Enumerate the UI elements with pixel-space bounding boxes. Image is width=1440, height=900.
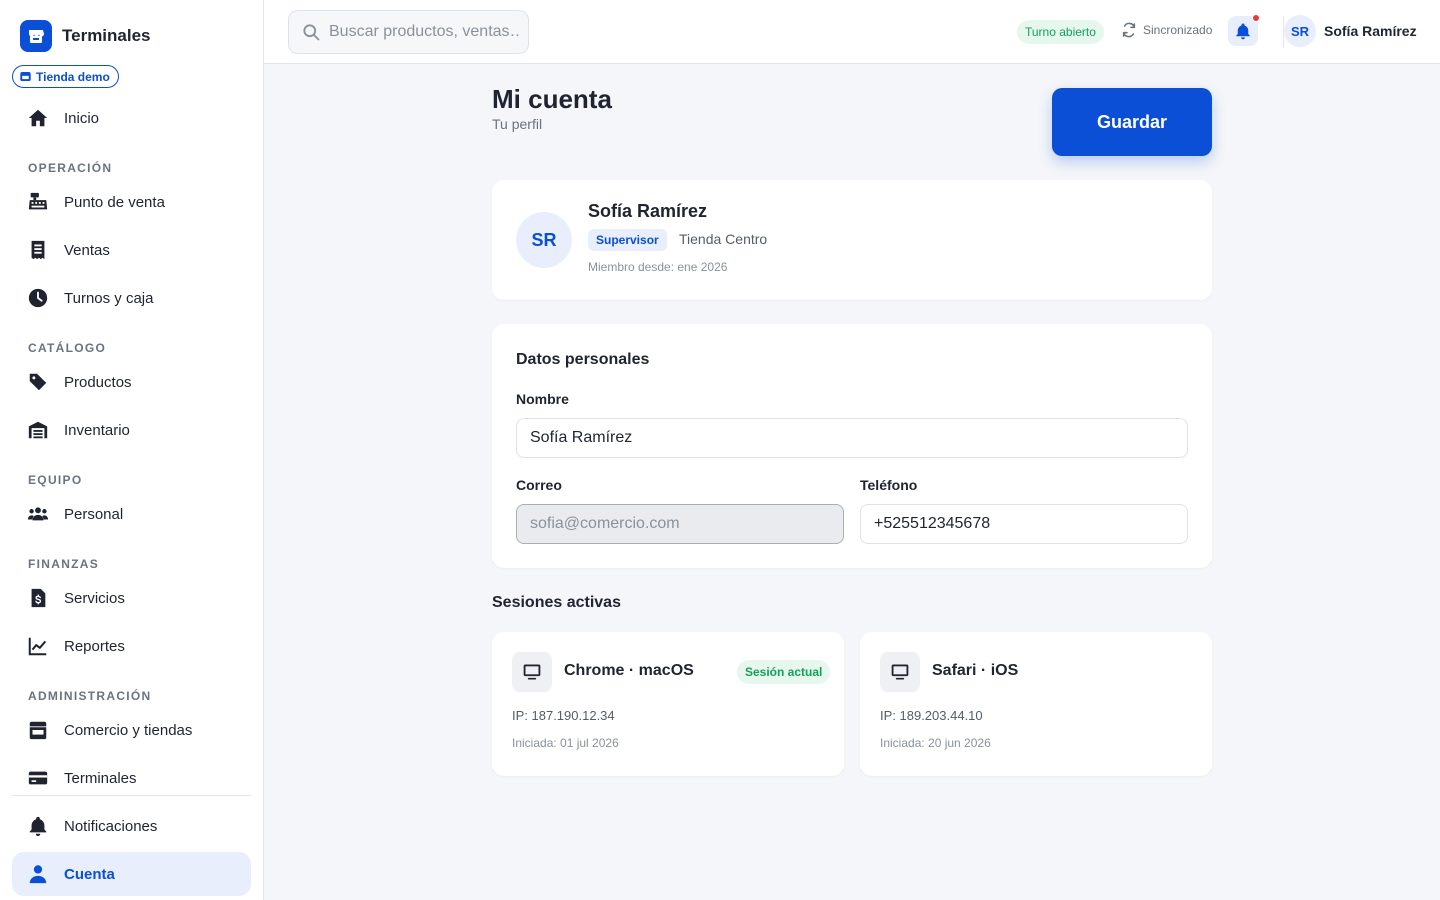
sessions-title: Sesiones activas <box>492 594 621 611</box>
home-icon <box>26 106 50 130</box>
nav-section-equipo: EQUIPO <box>28 473 83 487</box>
brand-name: Terminales <box>62 26 151 45</box>
member-since: Miembro desde: ene 2026 <box>588 260 728 274</box>
store-selector-chip[interactable]: Tienda demo <box>12 65 119 88</box>
sidebar-item-label: Terminales <box>64 769 137 787</box>
card-icon <box>26 766 50 790</box>
name-field[interactable] <box>516 418 1188 458</box>
sidebar-item-servicios[interactable]: Servicios <box>12 576 251 620</box>
nav-section-finanzas: FINANZAS <box>28 557 100 571</box>
session-started: Iniciada: 01 jul 2026 <box>512 736 619 750</box>
sidebar-item-reportes[interactable]: Reportes <box>12 624 251 668</box>
sync-icon <box>1122 22 1136 38</box>
user-icon <box>26 862 50 886</box>
notification-dot <box>1252 14 1260 22</box>
sidebar-item-label: Reportes <box>64 637 125 655</box>
sync-status: Sincronizado <box>1121 22 1212 38</box>
nav-section-catalogo: CATÁLOGO <box>28 341 107 355</box>
desktop-icon <box>880 652 920 692</box>
search-box[interactable] <box>288 10 529 54</box>
sidebar-item-punto-de-venta[interactable]: Punto de venta <box>12 180 251 224</box>
users-icon <box>26 502 50 526</box>
clock-icon <box>26 286 50 310</box>
store-icon <box>26 718 50 742</box>
chart-line-icon <box>26 634 50 658</box>
sidebar-item-label: Notificaciones <box>64 817 158 835</box>
session-card: Chrome · macOS Sesión actual IP: 187.190… <box>492 632 844 776</box>
sidebar-item-ventas[interactable]: Ventas <box>12 228 251 272</box>
bell-icon <box>26 814 50 838</box>
avatar: SR <box>516 212 572 268</box>
user-name: Sofía Ramírez <box>1324 23 1417 39</box>
tag-icon <box>26 370 50 394</box>
sidebar-item-label: Servicios <box>64 589 125 607</box>
session-ip: IP: 187.190.12.34 <box>512 708 615 723</box>
personal-data-title: Datos personales <box>516 351 650 368</box>
email-field <box>516 504 844 544</box>
sidebar-item-inventario[interactable]: Inventario <box>12 408 251 452</box>
session-device: Safari · iOS <box>932 662 1019 679</box>
warehouse-icon <box>26 418 50 442</box>
sidebar-item-label: Inicio <box>64 109 100 127</box>
profile-store: Tienda Centro <box>679 231 768 247</box>
sidebar-divider <box>12 795 251 796</box>
personal-data-card: Datos personales Nombre Correo Teléfono <box>492 324 1212 568</box>
name-label: Nombre <box>516 391 569 407</box>
desktop-icon <box>512 652 552 692</box>
current-session-badge: Sesión actual <box>737 660 831 684</box>
invoice-dollar-icon <box>26 586 50 610</box>
brand[interactable]: Terminales <box>20 20 151 52</box>
session-started: Iniciada: 20 jun 2026 <box>880 736 991 750</box>
sidebar-item-personal[interactable]: Personal <box>12 492 251 536</box>
sidebar-item-label: Punto de venta <box>64 193 165 211</box>
store-logo-icon <box>20 20 52 52</box>
search-icon <box>303 24 320 41</box>
sidebar-item-turnos-y-caja[interactable]: Turnos y caja <box>12 276 251 320</box>
email-label: Correo <box>516 477 562 493</box>
search-input[interactable] <box>329 23 519 41</box>
profile-name: Sofía Ramírez <box>588 201 708 221</box>
sidebar-item-productos[interactable]: Productos <box>12 360 251 404</box>
sidebar-item-label: Cuenta <box>64 865 115 883</box>
shift-status-badge: Turno abierto <box>1017 20 1104 44</box>
sidebar-item-inicio[interactable]: Inicio <box>12 96 251 140</box>
role-badge: Supervisor <box>588 229 667 251</box>
avatar: SR <box>1284 15 1316 47</box>
sidebar-item-label: Comercio y tiendas <box>64 721 193 739</box>
session-ip: IP: 189.203.44.10 <box>880 708 983 723</box>
sidebar-item-label: Personal <box>64 505 124 523</box>
sidebar-item-label: Turnos y caja <box>64 289 154 307</box>
topbar: Turno abierto Sincronizado SR Sofía Ramí… <box>264 0 1440 64</box>
sidebar-item-label: Ventas <box>64 241 110 259</box>
page-subtitle: Tu perfil <box>492 116 543 132</box>
nav-section-operacion: OPERACIÓN <box>28 161 113 175</box>
notifications-button[interactable] <box>1228 14 1260 46</box>
sidebar-item-label: Productos <box>64 373 132 391</box>
session-card: Safari · iOS IP: 189.203.44.10 Iniciada:… <box>860 632 1212 776</box>
profile-card: SR Sofía Ramírez Supervisor Tienda Centr… <box>492 180 1212 300</box>
sidebar-item-terminales[interactable]: Terminales <box>12 756 251 800</box>
phone-label: Teléfono <box>860 477 918 493</box>
nav-section-administracion: ADMINISTRACIÓN <box>28 689 152 703</box>
save-button[interactable]: Guardar <box>1052 88 1212 156</box>
sidebar-item-comercio-y-tiendas[interactable]: Comercio y tiendas <box>12 708 251 752</box>
sync-status-label: Sincronizado <box>1143 23 1213 37</box>
page-title: Mi cuenta <box>492 84 612 114</box>
session-device: Chrome · macOS <box>564 662 694 679</box>
receipt-icon <box>26 238 50 262</box>
phone-field[interactable] <box>860 504 1188 544</box>
sidebar-item-label: Inventario <box>64 421 130 439</box>
store-icon <box>20 71 31 82</box>
cash-register-icon <box>26 190 50 214</box>
store-chip-label: Tienda demo <box>36 69 110 84</box>
sidebar-item-cuenta[interactable]: Cuenta <box>12 852 251 896</box>
user-menu[interactable]: SR Sofía Ramírez <box>1284 15 1417 47</box>
sidebar: Terminales Tienda demo Inicio OPERACIÓN … <box>0 0 264 900</box>
sidebar-item-notificaciones[interactable]: Notificaciones <box>12 804 251 848</box>
bell-icon <box>1236 23 1250 40</box>
